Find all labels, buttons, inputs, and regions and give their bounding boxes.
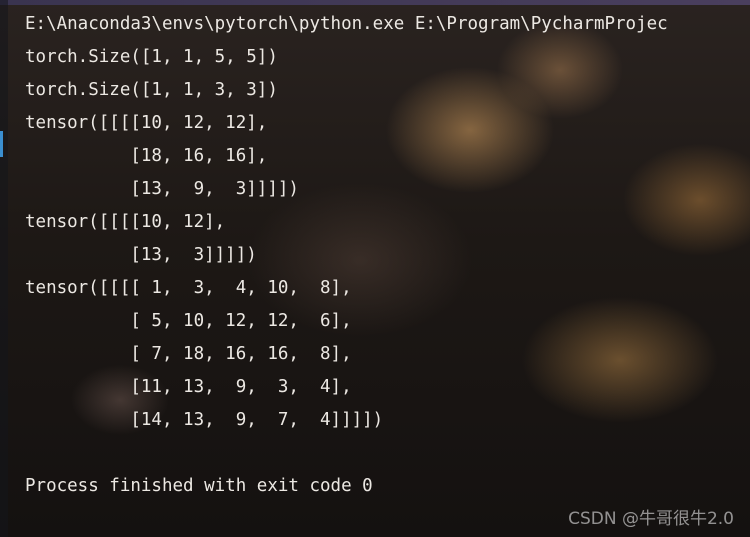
- console-line: torch.Size([1, 1, 5, 5]): [25, 47, 278, 67]
- top-strip: [0, 0, 750, 5]
- console-line: [ 7, 18, 16, 16, 8],: [25, 344, 352, 364]
- console-line: Process finished with exit code 0: [25, 476, 373, 496]
- csdn-watermark: CSDN @牛哥很牛2.0: [568, 509, 734, 529]
- console-line: tensor([[[[10, 12, 12],: [25, 113, 268, 133]
- run-console: E:\Anaconda3\envs\pytorch\python.exe E:\…: [0, 0, 750, 537]
- console-line: [13, 3]]]]): [25, 245, 257, 265]
- console-line: [11, 13, 9, 3, 4],: [25, 377, 352, 397]
- gutter-marker: [0, 131, 3, 157]
- console-output[interactable]: E:\Anaconda3\envs\pytorch\python.exe E:\…: [25, 8, 668, 503]
- console-line: [14, 13, 9, 7, 4]]]]): [25, 410, 384, 430]
- console-line: tensor([[[[10, 12],: [25, 212, 226, 232]
- console-line: [18, 16, 16],: [25, 146, 268, 166]
- console-line: [ 5, 10, 12, 12, 6],: [25, 311, 352, 331]
- console-line: torch.Size([1, 1, 3, 3]): [25, 80, 278, 100]
- console-line: tensor([[[[ 1, 3, 4, 10, 8],: [25, 278, 352, 298]
- console-line: [13, 9, 3]]]]): [25, 179, 299, 199]
- console-line: E:\Anaconda3\envs\pytorch\python.exe E:\…: [25, 14, 668, 34]
- console-gutter: [0, 0, 8, 537]
